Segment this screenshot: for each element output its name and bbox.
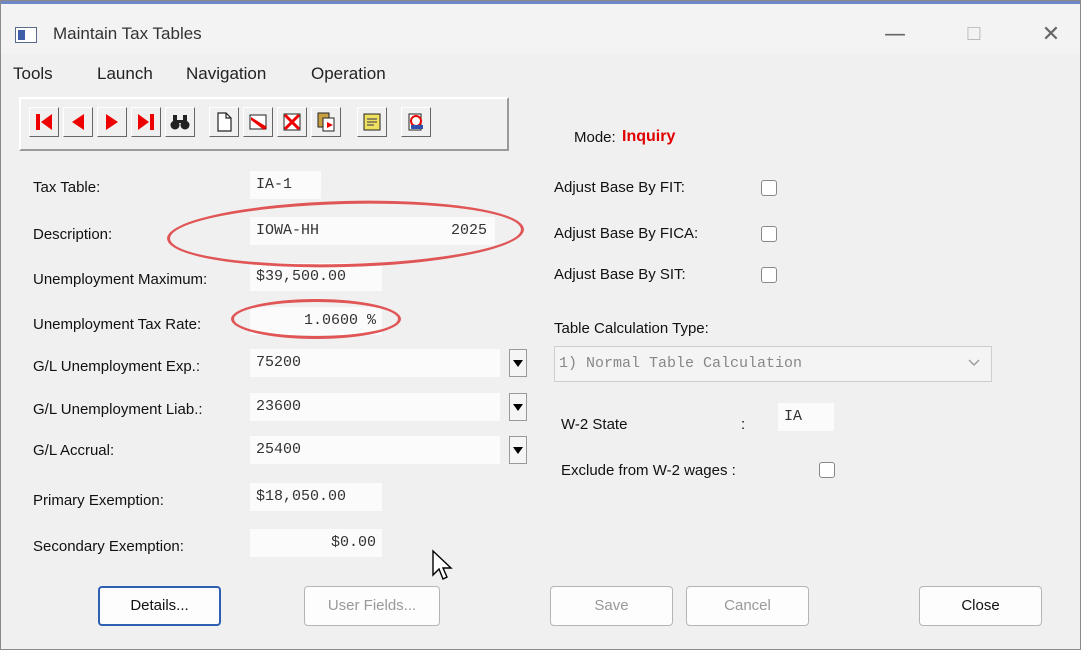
secondary-exemption-field[interactable]: $0.00: [250, 529, 382, 557]
description-year: 2025: [450, 222, 487, 239]
mouse-cursor-icon: [432, 549, 453, 580]
w2-state-field[interactable]: IA: [778, 403, 834, 431]
adjust-base-sit-checkbox[interactable]: [761, 267, 777, 283]
gl-unemployment-liab-dropdown[interactable]: [509, 393, 527, 421]
menu-tools[interactable]: Tools: [13, 64, 53, 84]
menu-bar: Tools Launch Navigation Operation: [1, 57, 1080, 89]
primary-exemption-field[interactable]: $18,050.00: [250, 483, 382, 511]
unemployment-maximum-label: Unemployment Maximum:: [33, 271, 208, 288]
w2-state-label: W-2 State: [561, 416, 628, 433]
report-button[interactable]: [401, 107, 431, 137]
new-button[interactable]: [209, 107, 239, 137]
tax-table-field[interactable]: IA-1: [250, 171, 321, 199]
new-icon: [217, 112, 232, 132]
minimize-button[interactable]: —: [872, 18, 918, 52]
menu-navigation[interactable]: Navigation: [186, 64, 266, 84]
edit-icon: [249, 114, 267, 130]
copy-icon: [317, 112, 335, 132]
details-button[interactable]: Details...: [98, 586, 221, 626]
last-record-button[interactable]: [131, 107, 161, 137]
unemployment-tax-rate-field[interactable]: 1.0600 %: [250, 307, 382, 335]
notes-icon: [363, 113, 381, 131]
mode-label: Mode:: [574, 129, 616, 146]
adjust-base-fit-checkbox[interactable]: [761, 180, 777, 196]
description-name: IOWA-HH: [256, 222, 320, 239]
cancel-button[interactable]: Cancel: [686, 586, 809, 626]
secondary-exemption-label: Secondary Exemption:: [33, 538, 184, 555]
gl-accrual-label: G/L Accrual:: [33, 442, 115, 459]
gl-accrual-field[interactable]: 25400: [250, 436, 500, 464]
description-field[interactable]: IOWA-HH 2025: [250, 217, 495, 245]
w2-state-colon: :: [741, 416, 746, 433]
table-calculation-type-label: Table Calculation Type:: [554, 320, 709, 337]
notes-button[interactable]: [357, 107, 387, 137]
delete-button[interactable]: [277, 107, 307, 137]
previous-record-icon: [72, 114, 84, 130]
edit-button[interactable]: [243, 107, 273, 137]
find-icon: [170, 115, 190, 130]
title-bar: Maintain Tax Tables — ☐ ✕: [1, 4, 1080, 54]
adjust-base-fica-checkbox[interactable]: [761, 226, 777, 242]
adjust-base-fica-label: Adjust Base By FICA:: [554, 225, 699, 242]
first-record-icon: [36, 114, 52, 130]
window-title: Maintain Tax Tables: [53, 24, 202, 43]
description-label: Description:: [33, 226, 113, 243]
find-button[interactable]: [165, 107, 195, 137]
gl-unemployment-liab-field[interactable]: 23600: [250, 393, 500, 421]
mode-value: Inquiry: [622, 128, 676, 145]
menu-launch[interactable]: Launch: [97, 64, 153, 84]
table-calculation-type-value: 1) Normal Table Calculation: [559, 355, 803, 372]
previous-record-button[interactable]: [63, 107, 93, 137]
maintain-tax-tables-window: Maintain Tax Tables — ☐ ✕ Tools Launch N…: [0, 0, 1081, 650]
close-button[interactable]: Close: [919, 586, 1042, 626]
menu-operation[interactable]: Operation: [311, 64, 386, 84]
unemployment-tax-rate-label: Unemployment Tax Rate:: [33, 316, 202, 333]
report-icon: [408, 113, 423, 131]
save-button[interactable]: Save: [550, 586, 673, 626]
table-calculation-type-select[interactable]: 1) Normal Table Calculation: [554, 346, 992, 382]
adjust-base-fit-label: Adjust Base By FIT:: [554, 179, 685, 196]
close-window-button[interactable]: ✕: [1028, 18, 1074, 52]
unemployment-maximum-field[interactable]: $39,500.00: [250, 263, 382, 291]
adjust-base-sit-label: Adjust Base By SIT:: [554, 266, 686, 283]
gl-unemployment-exp-field[interactable]: 75200: [250, 349, 500, 377]
chevron-down-icon: [968, 359, 980, 366]
user-fields-button[interactable]: User Fields...: [304, 586, 440, 626]
gl-unemployment-exp-dropdown[interactable]: [509, 349, 527, 377]
primary-exemption-label: Primary Exemption:: [33, 492, 164, 509]
gl-accrual-dropdown[interactable]: [509, 436, 527, 464]
app-icon: [15, 27, 37, 43]
last-record-icon: [138, 114, 154, 130]
next-record-button[interactable]: [97, 107, 127, 137]
gl-unemployment-exp-label: G/L Unemployment Exp.:: [33, 358, 201, 375]
next-record-icon: [106, 114, 118, 130]
gl-unemployment-liab-label: G/L Unemployment Liab.:: [33, 401, 203, 418]
tax-table-label: Tax Table:: [33, 179, 101, 196]
exclude-w2-wages-label: Exclude from W-2 wages :: [561, 462, 736, 479]
record-toolbar: [19, 97, 509, 151]
first-record-button[interactable]: [29, 107, 59, 137]
maximize-button[interactable]: ☐: [951, 18, 997, 52]
exclude-w2-wages-checkbox[interactable]: [819, 462, 835, 478]
delete-icon: [283, 113, 301, 131]
copy-button[interactable]: [311, 107, 341, 137]
